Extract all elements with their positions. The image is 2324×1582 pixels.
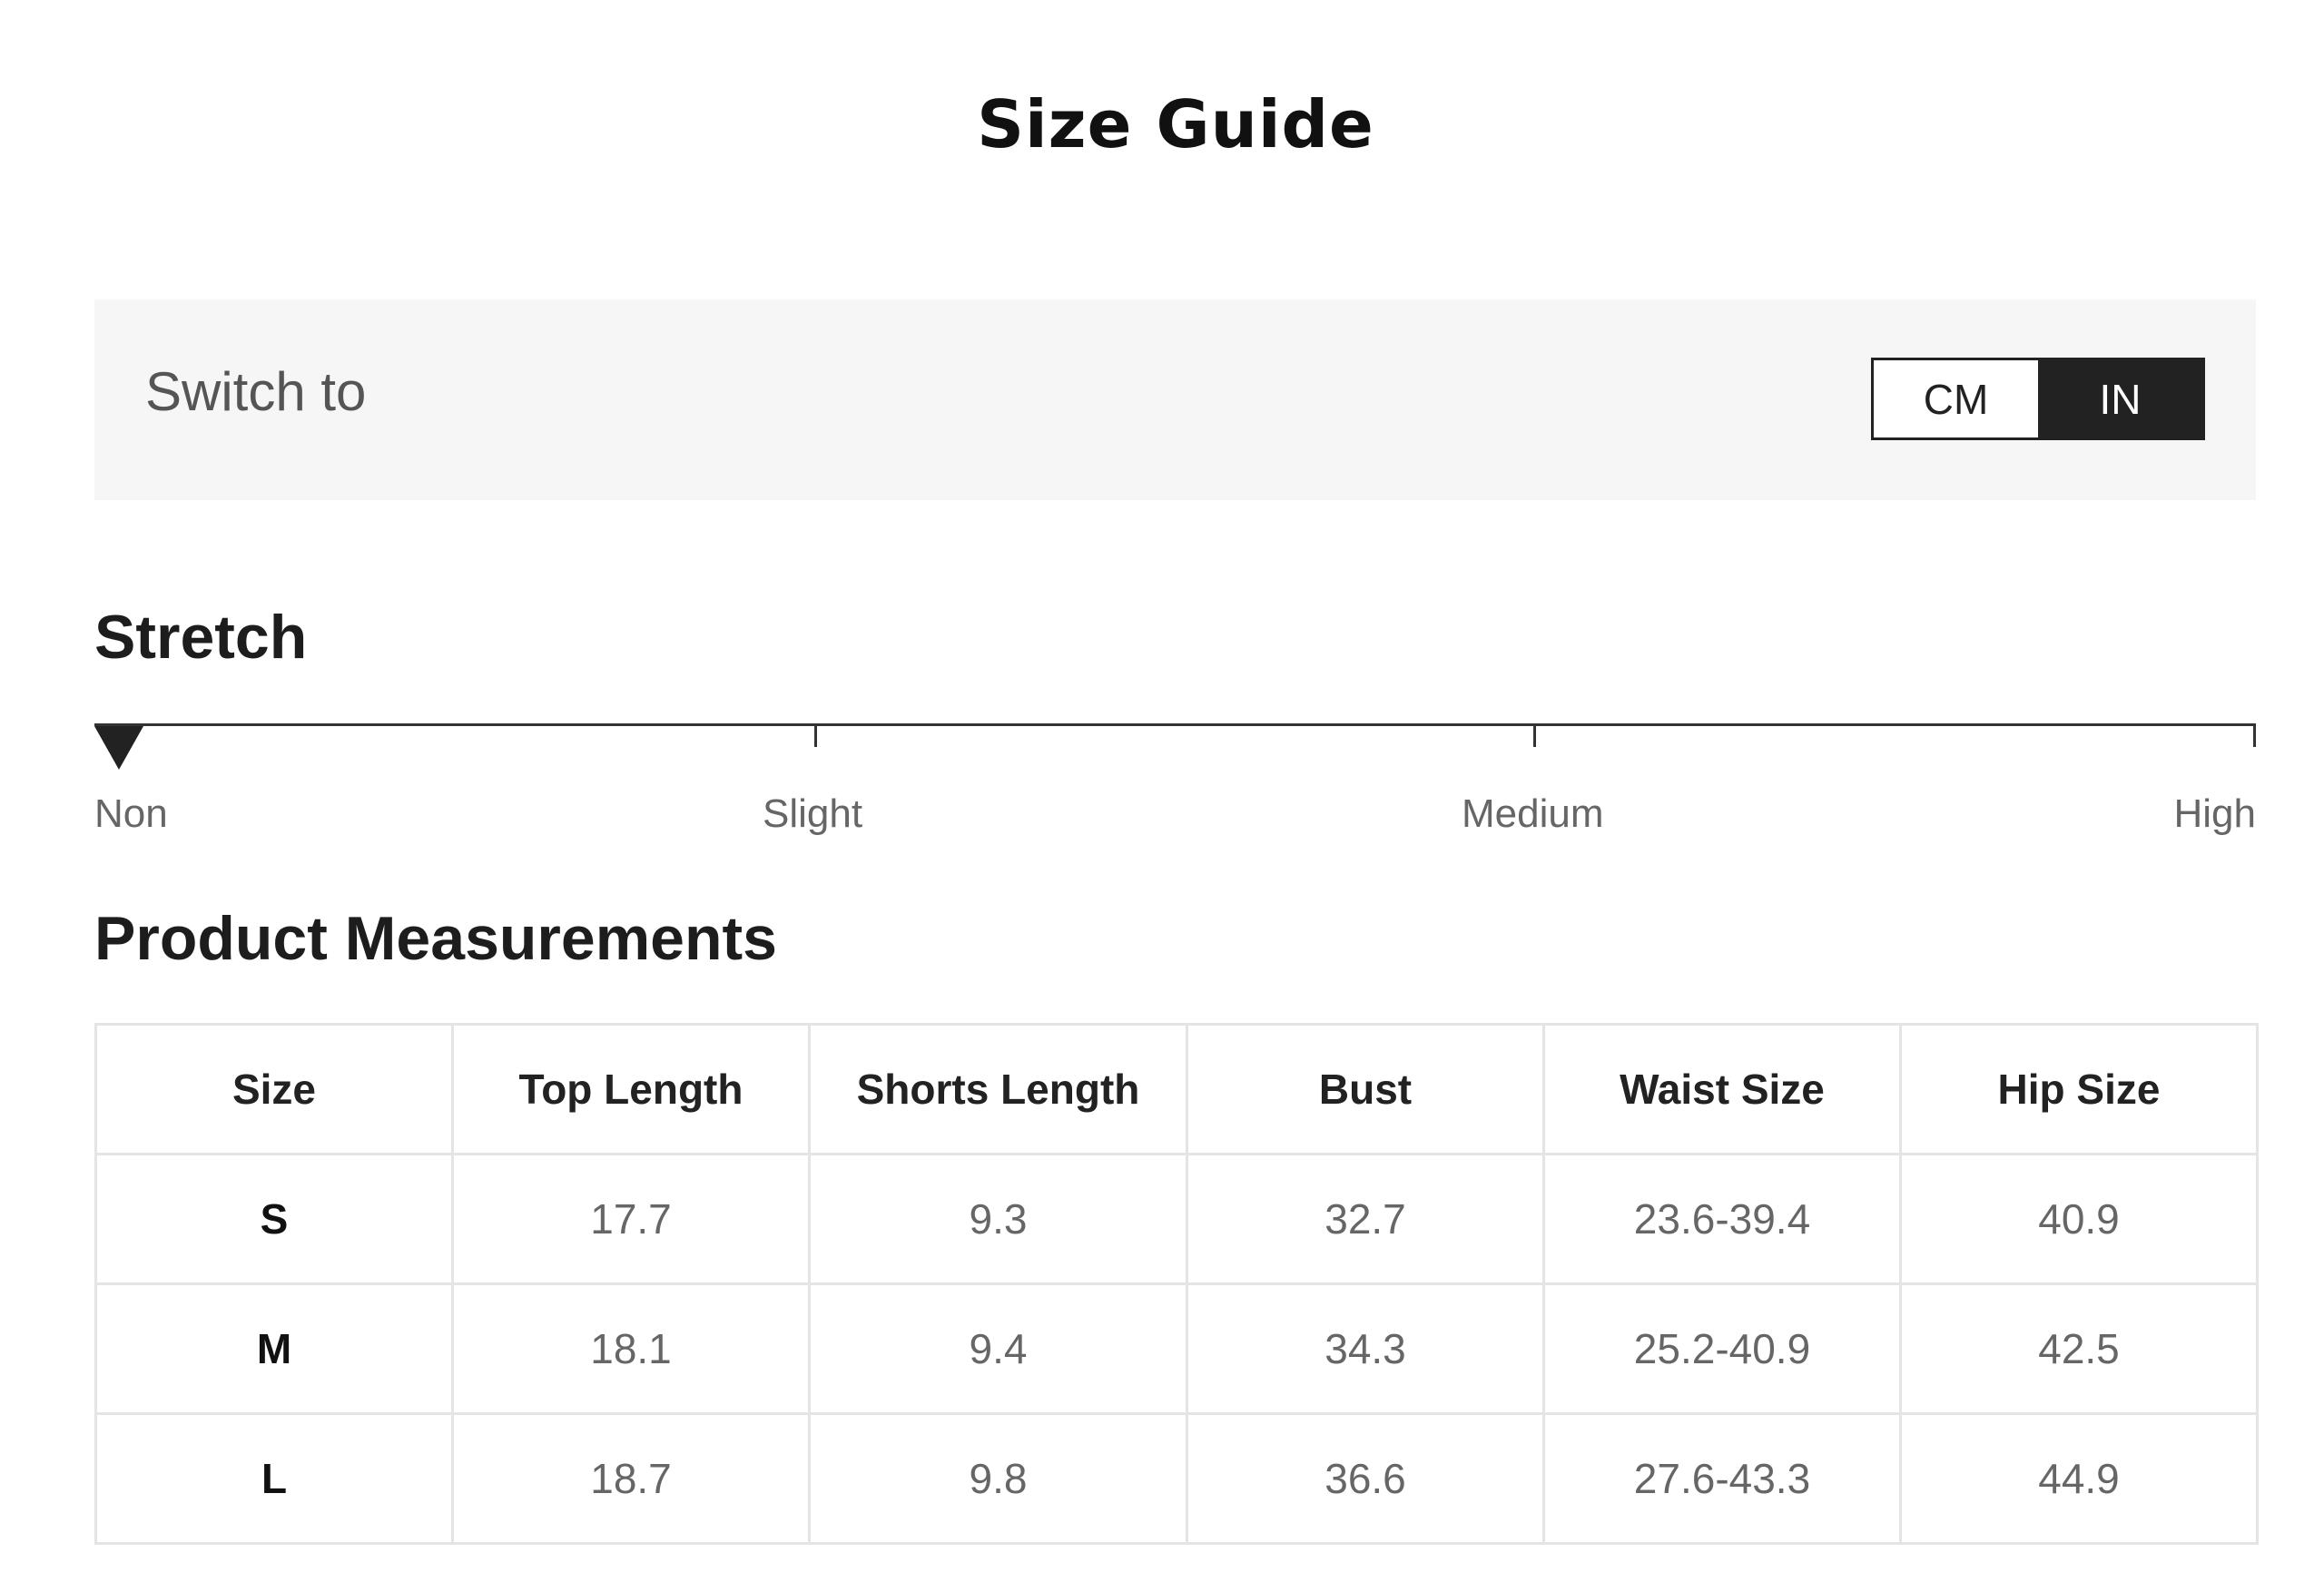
column-header-shorts-length: Shorts Length [808, 1023, 1188, 1155]
stretch-heading: Stretch [94, 603, 308, 672]
stretch-label-high: High [2173, 791, 2257, 836]
table-row: S 17.7 9.3 32.7 23.6-39.4 40.9 [94, 1153, 2259, 1285]
stretch-marker-icon [94, 726, 143, 770]
table-cell: 18.7 [451, 1412, 811, 1545]
column-header-hip-size: Hip Size [1899, 1023, 2259, 1155]
size-cell: S [94, 1153, 454, 1285]
stretch-tick [814, 723, 817, 747]
stretch-scale: Non Slight Medium High [94, 723, 2256, 841]
stretch-label-non: Non [94, 791, 168, 836]
table-row: M 18.1 9.4 34.3 25.2-40.9 42.5 [94, 1282, 2259, 1415]
stretch-label-medium: Medium [1462, 791, 1604, 836]
table-cell: 44.9 [1899, 1412, 2259, 1545]
column-header-top-length: Top Length [451, 1023, 811, 1155]
unit-toggle: CM IN [1871, 358, 2205, 440]
page-title: Size Guide [977, 86, 1374, 163]
measurements-heading: Product Measurements [94, 904, 777, 973]
column-header-waist-size: Waist Size [1542, 1023, 1902, 1155]
stretch-tick [1533, 723, 1536, 747]
table-cell: 42.5 [1899, 1282, 2259, 1415]
measurements-table: Size Top Length Shorts Length Bust Waist… [94, 1023, 2259, 1545]
table-cell: 23.6-39.4 [1542, 1153, 1902, 1285]
stretch-label-slight: Slight [763, 791, 863, 836]
table-cell: 34.3 [1186, 1282, 1545, 1415]
table-cell: 32.7 [1186, 1153, 1545, 1285]
table-cell: 27.6-43.3 [1542, 1412, 1902, 1545]
stretch-scale-line [94, 723, 2256, 726]
stretch-tick [2253, 723, 2256, 747]
size-cell: M [94, 1282, 454, 1415]
unit-switch-bar: Switch to CM IN [94, 300, 2256, 500]
column-header-bust: Bust [1186, 1023, 1545, 1155]
table-cell: 36.6 [1186, 1412, 1545, 1545]
table-cell: 40.9 [1899, 1153, 2259, 1285]
table-cell: 25.2-40.9 [1542, 1282, 1902, 1415]
unit-switch-label: Switch to [145, 361, 367, 422]
table-cell: 9.4 [808, 1282, 1188, 1415]
table-cell: 9.8 [808, 1412, 1188, 1545]
table-row: L 18.7 9.8 36.6 27.6-43.3 44.9 [94, 1412, 2259, 1545]
table-cell: 9.3 [808, 1153, 1188, 1285]
size-cell: L [94, 1412, 454, 1545]
table-cell: 18.1 [451, 1282, 811, 1415]
table-header-row: Size Top Length Shorts Length Bust Waist… [94, 1023, 2259, 1155]
table-cell: 17.7 [451, 1153, 811, 1285]
unit-option-in[interactable]: IN [2038, 360, 2202, 437]
unit-option-cm[interactable]: CM [1874, 360, 2038, 437]
column-header-size: Size [94, 1023, 454, 1155]
